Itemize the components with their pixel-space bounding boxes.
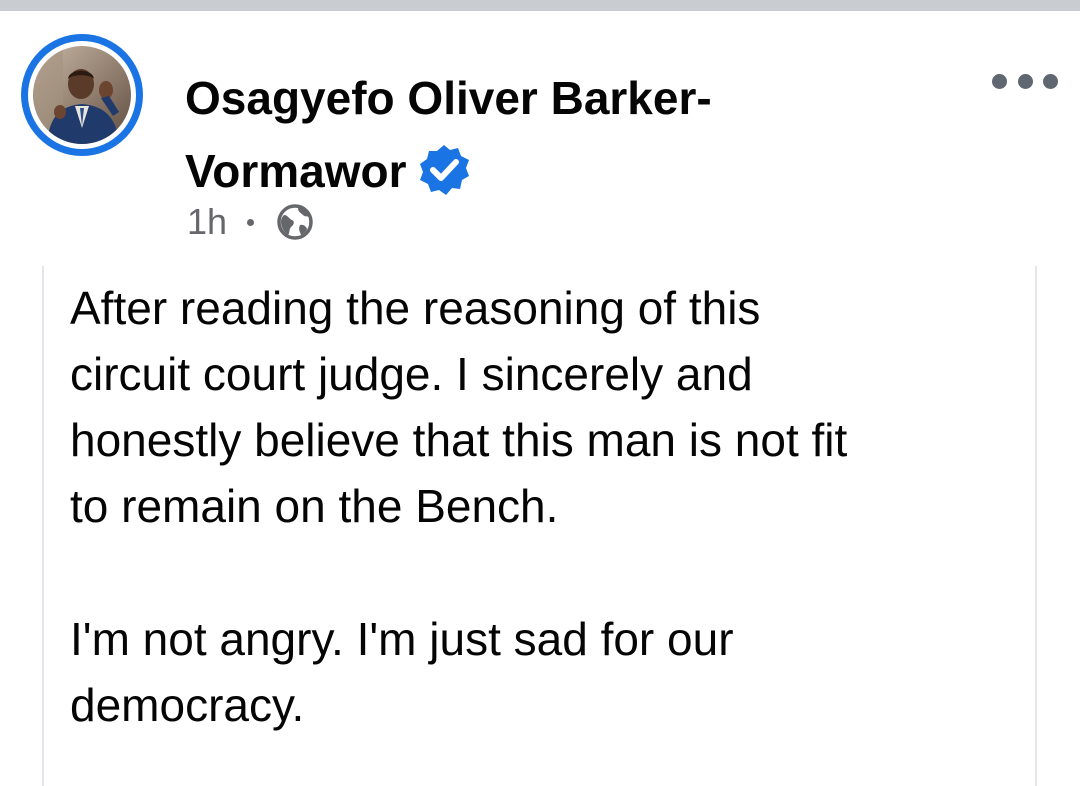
top-divider-strip — [0, 0, 1080, 11]
profile-photo — [33, 46, 131, 144]
post-meta: 1h — [187, 198, 314, 246]
more-options-button[interactable] — [992, 68, 1058, 94]
globe-icon[interactable] — [276, 203, 314, 241]
author-name[interactable]: Osagyefo Oliver Barker- Vormawor — [185, 62, 825, 208]
author-name-line2: Vormawor — [185, 145, 407, 197]
more-dot-icon — [1043, 73, 1058, 89]
post-timestamp[interactable]: 1h — [187, 201, 227, 243]
verified-badge-icon — [419, 145, 469, 195]
post-text: I'm not angry. I'm just sad for our demo… — [70, 613, 734, 731]
more-dot-icon — [1017, 73, 1033, 89]
author-name-line1: Osagyefo Oliver Barker- — [185, 72, 712, 124]
separator-dot — [247, 218, 255, 226]
post-text: After reading the reasoning of this circ… — [70, 282, 848, 532]
avatar-frame — [28, 41, 136, 149]
avatar[interactable] — [21, 34, 143, 156]
more-dot-icon — [992, 73, 1007, 89]
